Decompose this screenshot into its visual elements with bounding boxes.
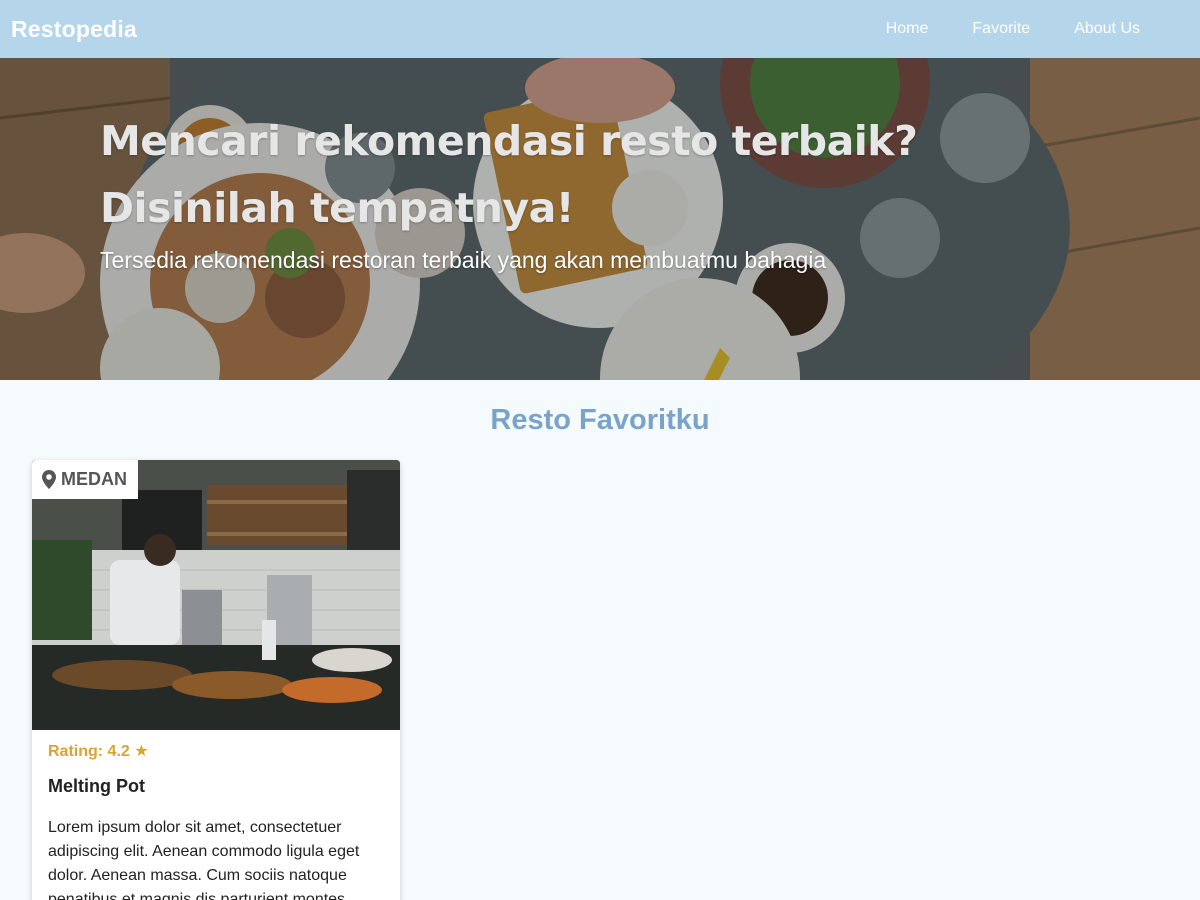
restaurant-card[interactable]: MEDAN Rating: 4.2 ★ Melting Pot Lorem ip… <box>32 460 400 900</box>
rating-label: Rating: 4.2 ★ <box>48 743 149 760</box>
nav-menu: Home Favorite About Us <box>842 20 1140 38</box>
hero-title: Mencari rekomendasi resto terbaik? Disin… <box>100 117 918 232</box>
restaurant-name[interactable]: Melting Pot <box>48 776 145 797</box>
brand-logo[interactable]: Restopedia <box>11 16 137 43</box>
nav-link-favorite[interactable]: Favorite <box>972 20 1030 38</box>
nav-link-about-us[interactable]: About Us <box>1074 20 1140 38</box>
hero-banner: Mencari rekomendasi resto terbaik? Disin… <box>0 58 1200 380</box>
city-name: MEDAN <box>61 469 127 489</box>
section-title: Resto Favoritku <box>490 404 710 436</box>
nav-link-home[interactable]: Home <box>886 20 929 38</box>
map-marker-icon <box>42 470 56 489</box>
restaurant-photo <box>32 460 400 730</box>
navbar: Restopedia Home Favorite About Us <box>0 0 1200 58</box>
hero-subtitle: Tersedia rekomendasi restoran terbaik ya… <box>100 247 827 273</box>
city-badge: MEDAN <box>32 460 138 499</box>
restaurant-description: Lorem ipsum dolor sit amet, consectetuer… <box>48 819 360 900</box>
restaurant-image: MEDAN <box>32 460 400 730</box>
